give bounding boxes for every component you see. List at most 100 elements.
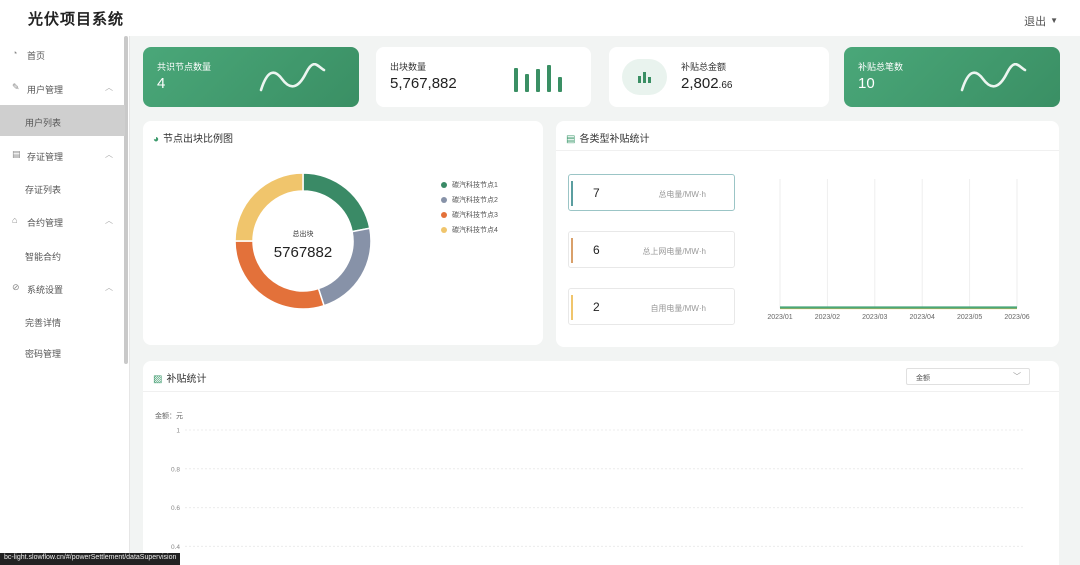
stat-label: 补贴总金额 <box>681 62 727 72</box>
sidebar-group-user-management[interactable]: ✎ 用户管理 ︿ <box>0 72 125 103</box>
monthly-line-chart: 2023/01 2023/02 2023/03 2023/04 2023/05 2023/… <box>767 179 1030 321</box>
legend-dot <box>441 212 447 218</box>
legend-dot <box>441 182 447 188</box>
metric-select[interactable]: 金额 ﹀ <box>906 368 1030 385</box>
stat-value: 5,767,882 <box>390 75 457 92</box>
stat-label: 出块数量 <box>390 62 427 72</box>
chevron-down-icon: ﹀ <box>1013 372 1021 381</box>
donut-center-label: 总出块 <box>293 229 314 238</box>
sidebar-group-contract-management[interactable]: ⌂ 合约管理 ︿ <box>0 205 125 236</box>
donut-slice[interactable] <box>317 227 372 307</box>
legend-dot <box>441 227 447 233</box>
y-tick-label: 0.8 <box>171 466 180 473</box>
legend-dot <box>441 197 447 203</box>
x-tick-label: 2023/06 <box>1004 314 1029 321</box>
legend-label: 碳汽科技节点4 <box>452 227 498 234</box>
sidebar-group-system-settings[interactable]: ⊘ 系统设置 ︿ <box>0 272 125 303</box>
sidebar-item-user-list[interactable]: 用户列表 <box>0 105 125 136</box>
logout-menu[interactable]: 退出 ▼ <box>1024 13 1058 29</box>
accent-bar <box>571 238 573 263</box>
box-value: 7 <box>593 186 600 200</box>
sidebar-item-label: 存证管理 <box>27 152 64 162</box>
legend-label: 碳汽科技节点1 <box>452 182 498 189</box>
sidebar-item-label: 智能合约 <box>25 252 62 262</box>
legend-item[interactable]: 碳汽科技节点4 <box>441 225 498 235</box>
legend-item[interactable]: 碳汽科技节点1 <box>441 180 498 190</box>
subsidy-stats-panel: ▨ 补贴统计 金额 ﹀ 金额：元 1 0.8 0.6 0.4 <box>143 361 1059 565</box>
sidebar-item-profile-details[interactable]: 完善详情 <box>0 305 125 336</box>
y-tick-label: 0.6 <box>171 505 180 512</box>
contract-icon: ⌂ <box>12 215 18 225</box>
sidebar: ◔ 首页 ✎ 用户管理 ︿ 用户列表 ▤ 存证管理 ︿ 存证列表 ⌂ 合约管理 … <box>0 36 130 565</box>
sidebar-item-evidence-list[interactable]: 存证列表 <box>0 172 125 203</box>
legend-label: 碳汽科技节点3 <box>452 212 498 219</box>
sidebar-item-label: 系统设置 <box>27 285 64 295</box>
subsidy-line-chart: 金额：元 1 0.8 0.6 0.4 <box>155 411 1023 551</box>
sidebar-item-label: 密码管理 <box>25 349 62 359</box>
stat-value: 2,802.66 <box>681 75 733 92</box>
select-value: 金额 <box>916 375 930 382</box>
stat-value: 4 <box>157 75 166 92</box>
wave-line-icon <box>259 63 326 92</box>
box-unit: 总电量/MW·h <box>658 190 706 199</box>
line-chart-icon: ▨ <box>153 374 163 385</box>
donut-center-value: 5767882 <box>274 244 332 261</box>
chevron-up-icon: ︿ <box>105 283 113 292</box>
sidebar-item-smart-contract[interactable]: 智能合约 <box>0 239 125 270</box>
x-tick-label: 2023/03 <box>862 314 887 321</box>
logout-label: 退出 <box>1024 16 1047 28</box>
sidebar-item-label: 用户管理 <box>27 85 64 95</box>
subsidy-type-panel: ▤ 各类型补贴统计 7 总电量/MW·h 6 总上网电量/MW·h 2 自用电量/… <box>556 121 1059 347</box>
chevron-up-icon: ︿ <box>105 150 113 159</box>
stat-value: 10 <box>858 75 875 92</box>
box-unit: 自用电量/MW·h <box>650 304 706 313</box>
bar-chart-icon <box>514 65 562 92</box>
wave-line-icon <box>960 63 1027 92</box>
chart-badge-icon <box>622 59 667 95</box>
x-tick-label: 2023/04 <box>910 314 935 321</box>
pie-chart-icon: ◕ <box>153 134 160 145</box>
self-use-power-box: 2 自用电量/MW·h <box>568 288 735 325</box>
dashboard-icon: ◔ <box>12 48 18 58</box>
sidebar-item-password-management[interactable]: 密码管理 <box>0 336 125 367</box>
sidebar-item-home[interactable]: ◔ 首页 <box>0 38 125 69</box>
box-unit: 总上网电量/MW·h <box>642 247 706 256</box>
legend-item[interactable]: 碳汽科技节点2 <box>441 195 498 205</box>
panel-title: ◕ 节点出块比例图 <box>153 134 234 145</box>
stat-card-subsidy-count: 补贴总笔数 10 <box>844 47 1060 107</box>
panel-title: ▤ 各类型补贴统计 <box>566 134 650 145</box>
y-tick-label: 1 <box>176 428 180 435</box>
stat-card-block-count: 出块数量 5,767,882 <box>376 47 591 107</box>
accent-bar <box>571 295 573 320</box>
sidebar-item-label: 用户列表 <box>25 118 62 128</box>
grid-power-box: 6 总上网电量/MW·h <box>568 231 735 268</box>
chevron-up-icon: ︿ <box>105 83 113 92</box>
stat-label: 共识节点数量 <box>157 62 212 72</box>
node-ratio-donut-chart: 总出块 5767882 <box>234 172 372 310</box>
top-bar: 光伏项目系统 退出 ▼ <box>0 0 1080 36</box>
y-tick-label: 0.4 <box>171 544 180 551</box>
status-url: bc-light.slowflow.cn/#/powerSettlement/d… <box>0 553 181 565</box>
stat-card-subsidy-amount: 补贴总金额 2,802.66 <box>609 47 829 107</box>
donut-slice[interactable] <box>302 172 371 233</box>
stat-card-consensus-nodes: 共识节点数量 4 <box>143 47 359 107</box>
sidebar-item-label: 首页 <box>27 51 46 61</box>
total-power-box: 7 总电量/MW·h <box>568 174 735 211</box>
box-value: 6 <box>593 243 600 257</box>
legend-item[interactable]: 碳汽科技节点3 <box>441 210 498 220</box>
list-icon: ▤ <box>566 134 576 145</box>
sidebar-group-evidence-management[interactable]: ▤ 存证管理 ︿ <box>0 139 125 170</box>
edit-icon: ✎ <box>12 82 20 92</box>
settings-icon: ⊘ <box>12 282 20 292</box>
sidebar-item-label: 存证列表 <box>25 185 62 195</box>
accent-bar <box>571 181 573 206</box>
x-tick-label: 2023/01 <box>767 314 792 321</box>
node-ratio-panel: ◕ 节点出块比例图 总出块 5767882 碳汽科技节点1 碳汽科技节点2 碳汽科技节… <box>143 121 543 345</box>
sidebar-item-label: 合约管理 <box>27 218 64 228</box>
sidebar-item-label: 完善详情 <box>25 318 62 328</box>
divider <box>143 391 1059 392</box>
panel-title: ▨ 补贴统计 <box>153 374 207 385</box>
caret-down-icon: ▼ <box>1050 16 1058 25</box>
app-title: 光伏项目系统 <box>28 11 125 28</box>
stat-label: 补贴总笔数 <box>858 62 904 72</box>
